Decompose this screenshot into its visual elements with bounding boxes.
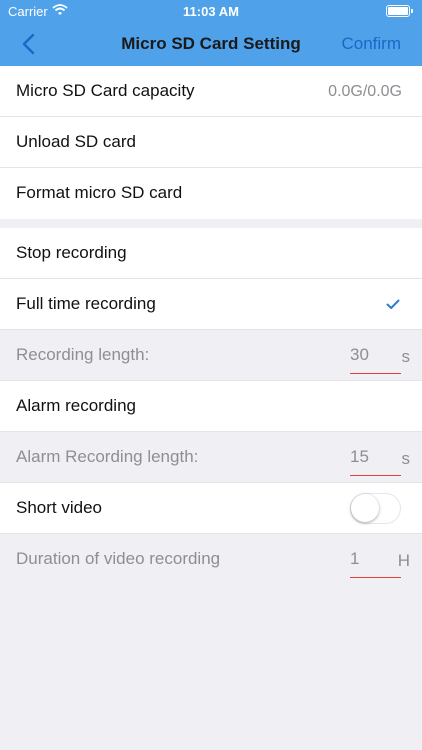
format-sd-card-label: Format micro SD card [16,183,183,202]
sd-capacity-row: Micro SD Card capacity 0.0G/0.0G [0,66,422,117]
stop-recording-label: Stop recording [16,243,127,262]
confirm-button[interactable]: Confirm [341,34,401,54]
alarm-recording-length-label: Alarm Recording length: [16,447,199,466]
status-bar: Carrier 11:03 AM [0,0,422,22]
sd-capacity-label: Micro SD Card capacity [16,81,195,100]
status-time: 11:03 AM [183,4,239,19]
alarm-recording-length-unit: s [401,449,411,468]
full-time-recording-label: Full time recording [16,294,156,313]
recording-length-label: Recording length: [16,345,150,364]
micro-sd-settings-screen: Carrier 11:03 AM Micro SD Card Setting C… [0,0,422,750]
recording-length-unit: s [401,347,411,366]
toggle-knob [351,494,379,522]
recording-section: Stop recording Full time recording Recor… [0,228,422,585]
checkmark-icon [386,297,400,315]
header: Carrier 11:03 AM Micro SD Card Setting C… [0,0,422,66]
stop-recording-row[interactable]: Stop recording [0,228,422,279]
format-sd-card-row[interactable]: Format micro SD card [0,168,422,219]
short-video-row: Short video [0,483,422,534]
storage-section: Micro SD Card capacity 0.0G/0.0G Unload … [0,66,422,219]
recording-length-row: Recording length: s [0,330,422,381]
sd-capacity-value: 0.0G/0.0G [328,83,402,100]
video-duration-input[interactable] [350,540,401,578]
alarm-recording-label: Alarm recording [16,396,136,415]
navigation-bar: Micro SD Card Setting Confirm [0,22,422,66]
alarm-recording-row[interactable]: Alarm recording [0,381,422,432]
unload-sd-card-row[interactable]: Unload SD card [0,117,422,168]
recording-length-input[interactable] [350,336,401,374]
short-video-toggle[interactable] [350,493,401,524]
full-time-recording-row[interactable]: Full time recording [0,279,422,330]
short-video-label: Short video [16,498,102,517]
video-duration-unit: H [397,551,410,570]
video-duration-label: Duration of video recording [16,549,221,568]
alarm-recording-length-input[interactable] [350,438,401,476]
alarm-recording-length-row: Alarm Recording length: s [0,432,422,483]
battery-icon [386,5,413,17]
unload-sd-card-label: Unload SD card [16,132,137,151]
video-duration-row: Duration of video recording H [0,534,422,585]
